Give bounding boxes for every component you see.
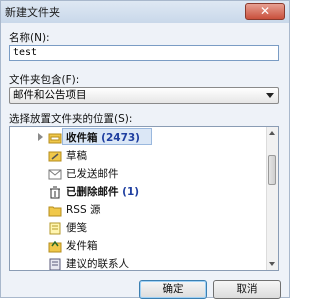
notes-icon — [48, 220, 62, 235]
sent-icon — [48, 166, 62, 180]
close-button[interactable]: ✕ — [245, 3, 285, 20]
scroll-down-icon[interactable] — [269, 262, 275, 266]
vertical-scrollbar[interactable] — [266, 127, 278, 270]
inbox-icon — [48, 130, 62, 144]
unread-count: (1) — [122, 186, 140, 198]
tree-item-suggested-contacts[interactable]: 建议的联系人 — [10, 254, 268, 270]
unread-count: (2473) — [101, 132, 140, 144]
contacts-icon — [48, 256, 62, 270]
tree-item-outbox[interactable]: 发件箱 — [10, 236, 268, 254]
tree-item-label: 已发送邮件 — [66, 168, 119, 180]
tree-item-label: 草稿 — [66, 150, 87, 162]
folder-contains-select[interactable]: 邮件和公告项目 — [9, 87, 279, 104]
tree-item-label: 便笺 — [66, 222, 87, 234]
tree-item-label: 已删除邮件 (1) — [66, 186, 140, 198]
tree-item-sent[interactable]: 已发送邮件 — [10, 164, 268, 182]
rss-folder-icon — [48, 202, 62, 217]
tree-item-deleted[interactable]: 已删除邮件 (1) — [10, 182, 268, 200]
tree-item-label: RSS 源 — [66, 204, 101, 216]
name-label: 名称(N): — [9, 32, 50, 44]
tree-item-label: 建议的联系人 — [66, 258, 129, 270]
scroll-thumb[interactable] — [268, 155, 276, 185]
chevron-down-icon[interactable] — [266, 93, 274, 98]
dialog-title: 新建文件夹 — [5, 6, 60, 19]
scroll-up-icon[interactable] — [269, 131, 275, 135]
close-icon: ✕ — [259, 4, 271, 18]
ok-button[interactable]: 确定 — [139, 280, 207, 299]
drafts-icon — [48, 148, 62, 162]
title-bar[interactable]: 新建文件夹 ✕ — [1, 1, 289, 23]
outbox-icon — [48, 238, 62, 253]
location-label: 选择放置文件夹的位置(S): — [9, 113, 133, 125]
folder-name-input[interactable]: test — [9, 45, 279, 61]
expand-arrow-icon[interactable] — [38, 133, 43, 141]
deleted-icon — [48, 184, 62, 199]
tree-item-drafts[interactable]: 草稿 — [10, 146, 268, 164]
folder-contains-label: 文件夹包含(F): — [9, 74, 80, 86]
tree-item-label: 收件箱 (2473) — [66, 132, 140, 144]
tree-item-notes[interactable]: 便笺 — [10, 218, 268, 236]
cancel-button[interactable]: 取消 — [213, 280, 281, 299]
folder-contains-value: 邮件和公告项目 — [13, 89, 87, 101]
folder-location-tree[interactable]: 收件箱 (2473) 草稿 已发送邮件 已删除邮件 (1) RSS 源 便笺 发… — [9, 126, 279, 271]
tree-item-inbox[interactable]: 收件箱 (2473) — [10, 128, 268, 146]
tree-item-label: 发件箱 — [66, 240, 98, 252]
tree-item-rss[interactable]: RSS 源 — [10, 200, 268, 218]
new-folder-dialog: 新建文件夹 ✕ 名称(N): test 文件夹包含(F): 邮件和公告项目 选择… — [0, 0, 290, 299]
